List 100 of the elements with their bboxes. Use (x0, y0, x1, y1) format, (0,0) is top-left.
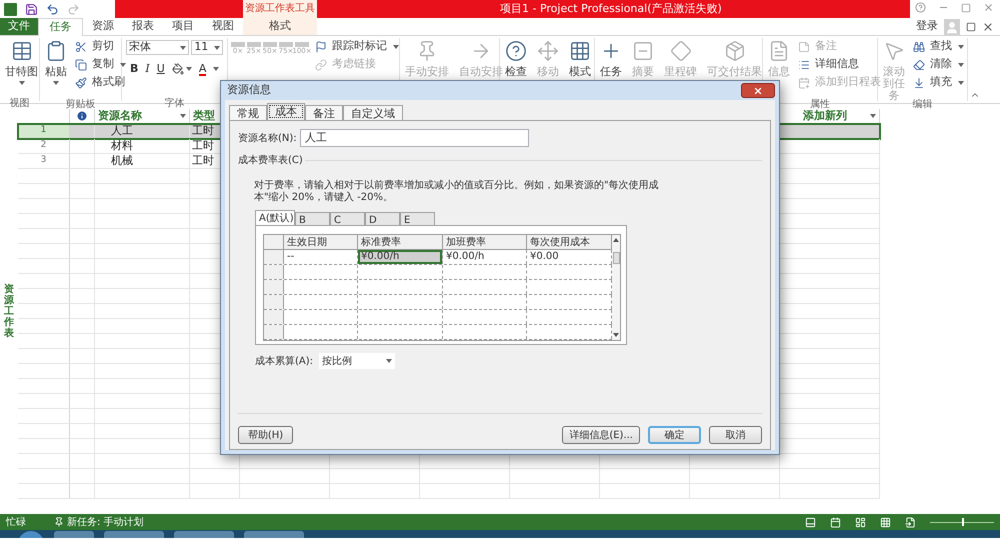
close-icon[interactable] (982, 20, 994, 32)
redo-icon[interactable] (67, 2, 80, 16)
ribbon-tab[interactable]: 文件 (0, 18, 38, 35)
ribbon-button[interactable]: 格式刷 (75, 75, 126, 90)
bar-icon (231, 42, 245, 47)
sign-in-link[interactable]: 登录 (916, 18, 938, 35)
minus-square-icon (632, 40, 654, 62)
ribbon-button[interactable]: 任务 (598, 38, 624, 78)
status-text: 忙碌 (6, 516, 26, 530)
ribbon-tab[interactable]: 资源 (83, 18, 123, 35)
bar-icon (295, 42, 309, 47)
dialog-tab[interactable]: 自定义域 (343, 105, 403, 120)
rate-tab[interactable]: A(默认) (255, 210, 295, 225)
caret-icon (120, 62, 126, 66)
ribbon-button[interactable]: 剪切 (75, 39, 126, 54)
format-button[interactable]: B (130, 61, 138, 78)
scroll-down-icon[interactable] (613, 333, 619, 337)
row-header[interactable] (264, 265, 284, 279)
row-header[interactable] (264, 310, 284, 324)
size-select[interactable]: 11 (191, 40, 223, 55)
ribbon-button[interactable]: 清除 (913, 57, 964, 72)
dialog-button[interactable]: 取消 (709, 426, 762, 444)
scroll-up-icon[interactable] (613, 238, 619, 242)
grid-icon[interactable] (880, 516, 891, 528)
caret-icon (180, 46, 186, 50)
dialog-tab[interactable]: 备注 (305, 105, 343, 120)
caret-icon (393, 44, 399, 48)
font-color-button[interactable]: A (198, 62, 206, 76)
flag-icon (315, 40, 327, 52)
close-icon (753, 86, 763, 96)
rate-tab[interactable]: B (295, 212, 330, 225)
ribbon-button[interactable]: 甘特图 (3, 38, 40, 85)
zoom-slider[interactable] (930, 517, 994, 527)
rate-tab[interactable]: C (330, 212, 365, 225)
ribbon-button[interactable]: 跟踪时标记 (315, 39, 399, 54)
ribbon-tab[interactable]: 项目 (163, 18, 203, 35)
ribbon-button[interactable]: 检查 (503, 38, 529, 78)
eraser-icon (913, 58, 925, 70)
save-icon[interactable] (25, 2, 38, 16)
ribbon-button[interactable]: 填充 (913, 75, 964, 90)
name-field[interactable]: 人工 (300, 129, 529, 147)
caret-icon (180, 114, 186, 118)
row-header[interactable] (264, 325, 284, 339)
group-label: 字体 (164, 98, 184, 109)
status-text: 新任务: 手动计划 (67, 516, 144, 530)
column-header[interactable]: 添加新列 (783, 108, 847, 124)
close-button[interactable] (741, 83, 775, 98)
undo-icon[interactable] (46, 2, 59, 16)
row-header[interactable] (264, 295, 284, 309)
ribbon-button[interactable]: 详细信息 (798, 57, 881, 72)
dialog-button[interactable]: 帮助(H) (238, 426, 293, 444)
caret-icon (186, 67, 192, 72)
dialog-button[interactable]: 确定 (648, 426, 701, 444)
view-icon[interactable] (905, 516, 916, 528)
move-icon (537, 40, 559, 62)
ribbon-button[interactable]: 查找 (913, 39, 964, 54)
accrual-select[interactable]: 按比例 (319, 353, 396, 369)
rate-tab[interactable]: D (365, 212, 400, 225)
grid-cell[interactable]: ¥0.00/h (443, 250, 527, 264)
rate-tab[interactable]: E (400, 212, 435, 225)
caret-icon (18, 81, 24, 85)
scrollbar[interactable] (612, 235, 620, 340)
column-header[interactable]: 资源名称 (95, 109, 190, 123)
scroll-thumb[interactable] (612, 252, 620, 264)
bucket-icon (172, 63, 184, 76)
view-icon[interactable] (805, 516, 816, 528)
grid-icon (569, 40, 591, 62)
caret-icon (958, 62, 964, 66)
dialog-tab[interactable]: 成本 (267, 103, 305, 120)
grid-header: 生效日期 (284, 235, 358, 249)
group-label: 视图 (10, 98, 30, 109)
diamond-icon (670, 40, 692, 62)
row-number: 2 (40, 139, 46, 152)
font-select[interactable]: 宋体 (126, 40, 190, 55)
format-button[interactable]: I (145, 61, 150, 78)
format-button[interactable]: U (156, 61, 165, 78)
row-number: 3 (40, 154, 46, 168)
ribbon-tab[interactable]: 报表 (123, 18, 163, 35)
note-icon (798, 40, 810, 52)
table-cell-text: 工时 (192, 152, 214, 169)
grid-cell[interactable]: ¥0.00/h (358, 250, 443, 264)
ribbon-button[interactable]: 复制 (75, 57, 126, 72)
ribbon-tab[interactable]: 视图 (203, 18, 243, 35)
info-icon (76, 110, 88, 122)
dialog-button[interactable]: 详细信息(E)... (562, 426, 640, 444)
caret-icon (958, 80, 964, 84)
box-icon (724, 40, 746, 62)
app-icon (4, 2, 17, 16)
row-header[interactable] (264, 280, 284, 294)
view-icon[interactable] (855, 516, 866, 528)
ribbon-button[interactable]: 模式 (567, 38, 593, 78)
ribbon-tab[interactable]: 任务 (38, 18, 83, 36)
row-header[interactable] (264, 250, 284, 264)
help-icon[interactable] (915, 2, 926, 13)
ribbon-button[interactable]: 粘贴 (43, 38, 69, 85)
document-icon (768, 40, 790, 62)
ribbon-tab[interactable]: 格式 (243, 18, 317, 35)
dialog-tab[interactable]: 常规 (229, 105, 267, 120)
group-label: 剪贴板 (66, 99, 96, 110)
calendar-icon[interactable] (830, 516, 841, 528)
